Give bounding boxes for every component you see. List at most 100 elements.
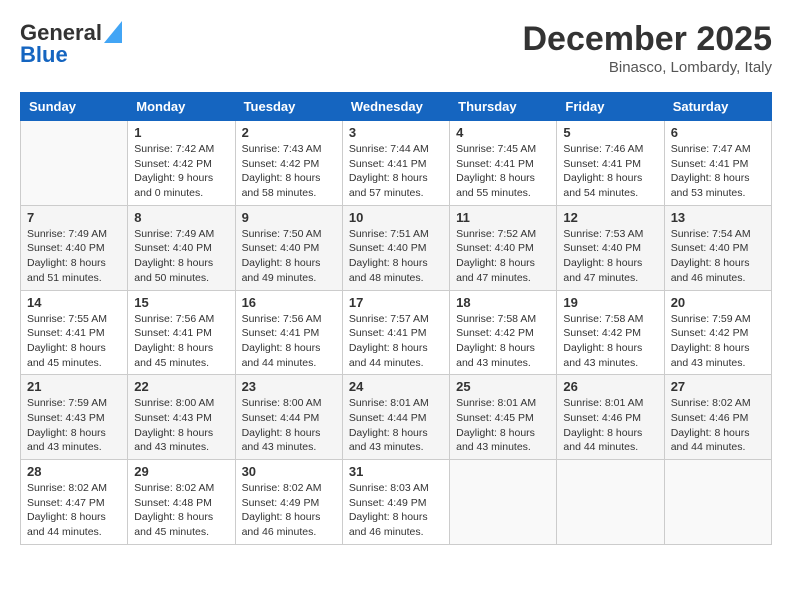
day-info: Sunrise: 7:56 AM Sunset: 4:41 PM Dayligh… (134, 312, 228, 371)
page-header: General Blue December 2025 Binasco, Lomb… (20, 20, 772, 76)
calendar-day-cell: 27Sunrise: 8:02 AM Sunset: 4:46 PM Dayli… (664, 375, 771, 460)
day-number: 29 (134, 464, 228, 479)
calendar-day-cell (21, 121, 128, 206)
calendar-day-cell: 12 Sunrise: 7:53 AM Sunset: 4:40 PM Dayli… (557, 205, 664, 290)
day-number: 22 (134, 379, 228, 394)
calendar-day-cell (450, 460, 557, 545)
logo-arrow-icon (104, 21, 122, 43)
calendar-day-header: Friday (557, 93, 664, 121)
calendar-table: SundayMondayTuesdayWednesdayThursdayFrid… (20, 92, 772, 545)
day-info: Sunrise: 8:00 AM Sunset: 4:44 PM Dayligh… (242, 396, 336, 455)
day-info: Sunrise: 8:03 AM Sunset: 4:49 PM Dayligh… (349, 481, 443, 540)
calendar-day-header: Sunday (21, 93, 128, 121)
day-info: Sunrise: 8:00 AM Sunset: 4:43 PM Dayligh… (134, 396, 228, 455)
calendar-day-cell: 20Sunrise: 7:59 AM Sunset: 4:42 PM Dayli… (664, 290, 771, 375)
day-number: 8 (134, 210, 228, 225)
day-number: 26 (563, 379, 657, 394)
calendar-header-row: SundayMondayTuesdayWednesdayThursdayFrid… (21, 93, 772, 121)
day-info: Sunrise: 7:59 AM Sunset: 4:42 PM Dayligh… (671, 312, 765, 371)
calendar-day-cell: 3 Sunrise: 7:44 AM Sunset: 4:41 PM Daylig… (342, 121, 449, 206)
calendar-day-cell: 21 Sunrise: 7:59 AM Sunset: 4:43 PM Dayli… (21, 375, 128, 460)
logo-blue: Blue (20, 42, 68, 68)
day-number: 2 (242, 125, 336, 140)
day-number: 1 (134, 125, 228, 140)
day-number: 11 (456, 210, 550, 225)
day-info: Sunrise: 7:47 AM Sunset: 4:41 PM Dayligh… (671, 142, 765, 201)
logo: General Blue (20, 20, 122, 68)
day-info: Sunrise: 7:54 AM Sunset: 4:40 PM Dayligh… (671, 227, 765, 286)
day-number: 16 (242, 295, 336, 310)
day-number: 30 (242, 464, 336, 479)
calendar-week-row: 21 Sunrise: 7:59 AM Sunset: 4:43 PM Dayli… (21, 375, 772, 460)
calendar-day-cell: 6 Sunrise: 7:47 AM Sunset: 4:41 PM Daylig… (664, 121, 771, 206)
day-info: Sunrise: 7:45 AM Sunset: 4:41 PM Dayligh… (456, 142, 550, 201)
calendar-day-cell: 18 Sunrise: 7:58 AM Sunset: 4:42 PM Dayli… (450, 290, 557, 375)
day-info: Sunrise: 7:53 AM Sunset: 4:40 PM Dayligh… (563, 227, 657, 286)
day-info: Sunrise: 8:01 AM Sunset: 4:46 PM Dayligh… (563, 396, 657, 455)
calendar-day-cell: 11 Sunrise: 7:52 AM Sunset: 4:40 PM Dayli… (450, 205, 557, 290)
day-info: Sunrise: 7:57 AM Sunset: 4:41 PM Dayligh… (349, 312, 443, 371)
day-info: Sunrise: 7:56 AM Sunset: 4:41 PM Dayligh… (242, 312, 336, 371)
day-number: 3 (349, 125, 443, 140)
calendar-day-header: Saturday (664, 93, 771, 121)
calendar-day-cell: 24 Sunrise: 8:01 AM Sunset: 4:44 PM Dayli… (342, 375, 449, 460)
calendar-day-cell: 28Sunrise: 8:02 AM Sunset: 4:47 PM Dayli… (21, 460, 128, 545)
day-info: Sunrise: 7:42 AM Sunset: 4:42 PM Dayligh… (134, 142, 228, 201)
month-title: December 2025 (522, 20, 772, 59)
day-number: 12 (563, 210, 657, 225)
day-number: 9 (242, 210, 336, 225)
day-info: Sunrise: 7:49 AM Sunset: 4:40 PM Dayligh… (27, 227, 121, 286)
calendar-day-cell: 31 Sunrise: 8:03 AM Sunset: 4:49 PM Dayli… (342, 460, 449, 545)
day-info: Sunrise: 7:46 AM Sunset: 4:41 PM Dayligh… (563, 142, 657, 201)
calendar-day-cell: 1 Sunrise: 7:42 AM Sunset: 4:42 PM Daylig… (128, 121, 235, 206)
location: Binasco, Lombardy, Italy (522, 59, 772, 76)
calendar-day-cell: 22 Sunrise: 8:00 AM Sunset: 4:43 PM Dayli… (128, 375, 235, 460)
calendar-day-cell: 2Sunrise: 7:43 AM Sunset: 4:42 PM Daylig… (235, 121, 342, 206)
day-info: Sunrise: 7:59 AM Sunset: 4:43 PM Dayligh… (27, 396, 121, 455)
calendar-day-cell: 19Sunrise: 7:58 AM Sunset: 4:42 PM Dayli… (557, 290, 664, 375)
calendar-day-cell (557, 460, 664, 545)
day-number: 18 (456, 295, 550, 310)
day-number: 7 (27, 210, 121, 225)
calendar-week-row: 28Sunrise: 8:02 AM Sunset: 4:47 PM Dayli… (21, 460, 772, 545)
day-info: Sunrise: 8:02 AM Sunset: 4:48 PM Dayligh… (134, 481, 228, 540)
calendar-day-cell: 29 Sunrise: 8:02 AM Sunset: 4:48 PM Dayli… (128, 460, 235, 545)
calendar-day-cell: 10 Sunrise: 7:51 AM Sunset: 4:40 PM Dayli… (342, 205, 449, 290)
day-number: 14 (27, 295, 121, 310)
day-info: Sunrise: 8:02 AM Sunset: 4:49 PM Dayligh… (242, 481, 336, 540)
day-number: 15 (134, 295, 228, 310)
day-number: 17 (349, 295, 443, 310)
calendar-day-header: Monday (128, 93, 235, 121)
calendar-day-cell: 15 Sunrise: 7:56 AM Sunset: 4:41 PM Dayli… (128, 290, 235, 375)
day-number: 5 (563, 125, 657, 140)
day-info: Sunrise: 8:01 AM Sunset: 4:44 PM Dayligh… (349, 396, 443, 455)
day-number: 31 (349, 464, 443, 479)
day-number: 21 (27, 379, 121, 394)
day-info: Sunrise: 7:51 AM Sunset: 4:40 PM Dayligh… (349, 227, 443, 286)
calendar-day-header: Thursday (450, 93, 557, 121)
calendar-day-cell: 5 Sunrise: 7:46 AM Sunset: 4:41 PM Daylig… (557, 121, 664, 206)
day-number: 13 (671, 210, 765, 225)
calendar-day-cell: 9Sunrise: 7:50 AM Sunset: 4:40 PM Daylig… (235, 205, 342, 290)
calendar-day-cell: 16 Sunrise: 7:56 AM Sunset: 4:41 PM Dayli… (235, 290, 342, 375)
calendar-day-cell: 26 Sunrise: 8:01 AM Sunset: 4:46 PM Dayli… (557, 375, 664, 460)
day-info: Sunrise: 7:58 AM Sunset: 4:42 PM Dayligh… (456, 312, 550, 371)
day-info: Sunrise: 8:01 AM Sunset: 4:45 PM Dayligh… (456, 396, 550, 455)
day-number: 24 (349, 379, 443, 394)
day-number: 28 (27, 464, 121, 479)
title-block: December 2025 Binasco, Lombardy, Italy (522, 20, 772, 76)
calendar-day-cell: 30 Sunrise: 8:02 AM Sunset: 4:49 PM Dayli… (235, 460, 342, 545)
day-number: 23 (242, 379, 336, 394)
calendar-day-cell: 4Sunrise: 7:45 AM Sunset: 4:41 PM Daylig… (450, 121, 557, 206)
calendar-day-cell: 25Sunrise: 8:01 AM Sunset: 4:45 PM Dayli… (450, 375, 557, 460)
calendar-week-row: 7 Sunrise: 7:49 AM Sunset: 4:40 PM Daylig… (21, 205, 772, 290)
day-number: 6 (671, 125, 765, 140)
day-info: Sunrise: 7:44 AM Sunset: 4:41 PM Dayligh… (349, 142, 443, 201)
calendar-day-cell (664, 460, 771, 545)
day-info: Sunrise: 7:52 AM Sunset: 4:40 PM Dayligh… (456, 227, 550, 286)
calendar-day-cell: 8 Sunrise: 7:49 AM Sunset: 4:40 PM Daylig… (128, 205, 235, 290)
day-info: Sunrise: 7:55 AM Sunset: 4:41 PM Dayligh… (27, 312, 121, 371)
calendar-day-cell: 13 Sunrise: 7:54 AM Sunset: 4:40 PM Dayli… (664, 205, 771, 290)
day-number: 10 (349, 210, 443, 225)
day-info: Sunrise: 7:49 AM Sunset: 4:40 PM Dayligh… (134, 227, 228, 286)
